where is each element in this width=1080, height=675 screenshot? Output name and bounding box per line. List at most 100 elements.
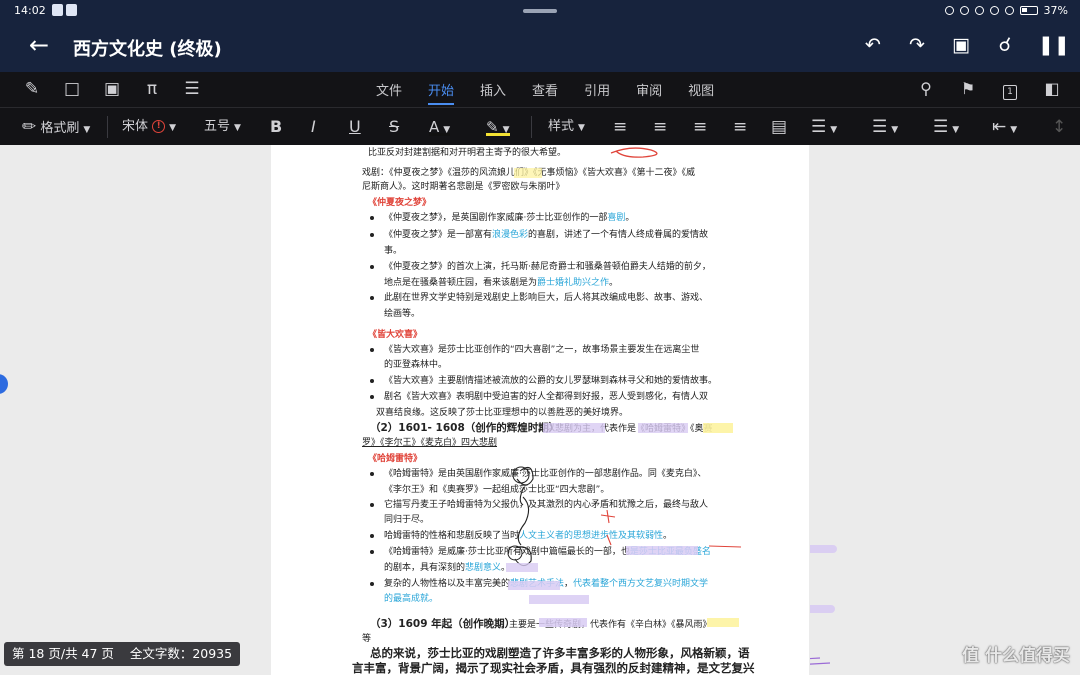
- wifi-icon: [1004, 6, 1014, 15]
- panel-toggle-icon[interactable]: ◧: [1042, 78, 1062, 100]
- ribbon-tabs: 文件 开始 插入 查看 引用 审阅 视图: [376, 80, 714, 105]
- comment-icon[interactable]: □: [62, 78, 82, 100]
- text-line: 《李尔王》和《奥赛罗》一起组成莎士比亚“四大悲剧”。: [384, 485, 610, 495]
- system-indicators: 37%: [944, 4, 1068, 17]
- section-subheading: （2）1601- 1608（创作的辉煌时期）: [370, 422, 560, 434]
- clock: 14:02: [14, 4, 46, 17]
- tab-1[interactable]: 开始: [428, 80, 455, 105]
- text-line: 的最高成就。: [384, 594, 439, 604]
- page-icon[interactable]: 1: [1000, 78, 1020, 100]
- ribbon-bar: ✎ □ ▣ π ☰ 文件 开始 插入 查看 引用 审阅 视图 ⚲ ⚑ 1 ◧: [0, 72, 1080, 107]
- window-handle[interactable]: [523, 9, 557, 13]
- list-item: 此剧在世界文学史特别是戏剧史上影响巨大，后人将其改编成电影、故事、游戏、: [384, 293, 709, 303]
- list-item: 《仲夏夜之梦》，是英国剧作家威廉·莎士比亚创作的一部喜剧。: [384, 213, 635, 223]
- summary-line: 言丰富，背景广阔，揭示了现实社会矛盾，具有强烈的反封建精神，是文艺复兴: [352, 661, 755, 675]
- list-item: 复杂的人物性格以及丰富完美的悲剧艺术手法，代表着整个西方文艺复兴时期文学: [384, 579, 709, 589]
- app-header: ← 西方文化史 (终极) ↶ ↷ ▣ ☌ ❚❚: [0, 22, 1080, 72]
- text-line: 绘画等。: [384, 309, 421, 319]
- highlight-button[interactable]: ✎ ▼: [486, 118, 510, 136]
- tab-2[interactable]: 插入: [480, 80, 506, 99]
- multilevel-list-icon[interactable]: ☰ ▼: [933, 118, 959, 136]
- tab-3[interactable]: 查看: [532, 80, 558, 99]
- battery-level: 37%: [1043, 4, 1068, 17]
- list-item: 《哈姆雷特》是由英国剧作家威廉·莎士比亚创作的一部悲剧作品。同《麦克白》、: [384, 469, 707, 479]
- eye-icon: [944, 6, 954, 15]
- align-right-icon[interactable]: ≡: [693, 118, 707, 136]
- tab-4[interactable]: 引用: [584, 80, 610, 99]
- bookmark-icon[interactable]: ⚑: [958, 78, 978, 100]
- battery-icon: [1019, 6, 1038, 15]
- list-item: 它描写丹麦王子哈姆雷特为父报仇，及其激烈的内心矛盾和犹豫之后，最终与敌人: [384, 500, 709, 510]
- strikethrough-button[interactable]: S: [389, 118, 399, 136]
- formula-icon[interactable]: π: [142, 78, 162, 100]
- text-line: 罗》《李尔王》《麦克白》四大悲剧: [362, 438, 498, 448]
- bullet-list-icon[interactable]: ☰ ▼: [811, 118, 837, 136]
- back-arrow-icon[interactable]: ←: [26, 33, 52, 59]
- system-status-bar: 14:02 37%: [0, 0, 1080, 22]
- bold-button[interactable]: B: [270, 118, 282, 136]
- numbered-list-icon[interactable]: ☰ ▼: [872, 118, 898, 136]
- text-line: 尼斯商人》。这时期著名悲剧是《罗密欧与朱丽叶》: [362, 182, 565, 192]
- save-icon[interactable]: ▣: [950, 34, 972, 56]
- text-line: 地点是在骚桑普顿庄园，看来该剧是为爵士婚礼助兴之作。: [384, 278, 619, 288]
- document-page[interactable]: 比亚反对封建割据和对开明君主寄予的很大希望。 戏剧：《仲夏夜之梦》《温莎的风流娘…: [271, 145, 809, 675]
- tab-6[interactable]: 视图: [688, 80, 714, 99]
- outline-icon[interactable]: ☰: [182, 78, 202, 100]
- moon-icon: [974, 6, 984, 15]
- text-line: 双喜结良缘。这反映了莎士比亚理想中的以善胜恶的美好境界。: [376, 408, 629, 418]
- bluetooth-icon: [959, 6, 969, 15]
- highlighter-icon: ✎: [486, 118, 499, 136]
- styles-select[interactable]: 样式 ▼: [548, 118, 585, 136]
- italic-button[interactable]: I: [311, 118, 316, 136]
- text-line: 比亚反对封建割据和对开明君主寄予的很大希望。: [368, 148, 567, 158]
- font-select[interactable]: 宋体 ! ▼: [122, 118, 176, 136]
- watermark-logo: 值 什么值得买: [962, 646, 1070, 666]
- notification-icons: [52, 4, 77, 16]
- undo-icon[interactable]: ↶: [862, 34, 884, 56]
- indent-icon[interactable]: ⇤ ▼: [992, 118, 1017, 136]
- font-size-select[interactable]: 五号 ▼: [204, 118, 241, 136]
- format-toolbar: ✏ 格式刷 ▼ 宋体 ! ▼ 五号 ▼ B I U S A ▼ ✎ ▼ 样式 ▼ ≡ ≡ ≡…: [0, 107, 1080, 145]
- document-canvas: 比亚反对封建割据和对开明君主寄予的很大希望。 戏剧：《仲夏夜之梦》《温莎的风流娘…: [0, 145, 1080, 675]
- text-line: 的亚登森林中。: [384, 360, 448, 370]
- justify-icon[interactable]: ≡: [733, 118, 747, 136]
- pen-icon[interactable]: ✎: [22, 78, 42, 100]
- side-handle[interactable]: [0, 374, 8, 394]
- page-status: 第 18 页/共 47 页 全文字数：20935: [4, 642, 241, 666]
- section-heading: 《皆大欢喜》: [368, 330, 423, 340]
- format-painter-button[interactable]: ✏ 格式刷 ▼: [22, 118, 90, 136]
- underline-button[interactable]: U: [349, 118, 361, 136]
- search-icon[interactable]: ⚲: [916, 78, 936, 100]
- alarm-icon: [989, 6, 999, 15]
- tab-0[interactable]: 文件: [376, 80, 402, 99]
- share-icon[interactable]: ☌: [994, 34, 1016, 56]
- summary-line: 总的来说，莎士比亚的戏剧塑造了许多丰富多彩的人物形象，风格新颖，语: [370, 646, 750, 660]
- list-item: 《哈姆雷特》是威廉·莎士比亚所有戏剧中篇幅最长的一部，也是莎士比亚最负盛名: [384, 547, 711, 557]
- read-mode-icon[interactable]: ❚❚: [1038, 34, 1070, 56]
- tab-5[interactable]: 审阅: [636, 80, 662, 99]
- font-color-button[interactable]: A ▼: [429, 118, 451, 136]
- align-left-icon[interactable]: ≡: [613, 118, 627, 136]
- list-item: 《皆大欢喜》主要剧情描述被流放的公爵的女儿罗瑟琳到森林寻父和她的爱情故事。: [384, 376, 718, 386]
- scan-icon[interactable]: ▣: [102, 78, 122, 100]
- text-line: 的剧本，具有深刻的悲剧意义。: [384, 563, 511, 573]
- list-item: 《皆大欢喜》是莎士比亚创作的“四大喜剧”之一，故事场景主要发生在远离尘世: [384, 345, 700, 355]
- align-center-icon[interactable]: ≡: [653, 118, 667, 136]
- line-spacing-icon[interactable]: ↕: [1052, 118, 1066, 136]
- text-line: 同归于尽。: [384, 515, 430, 525]
- text-line: 事。: [384, 246, 403, 256]
- list-item: 《仲夏夜之梦》是一部富有浪漫色彩的喜剧，讲述了一个有情人终成眷属的爱情故: [384, 230, 709, 240]
- margin-annotations: [810, 545, 837, 665]
- section-subheading: （3）1609 年起（创作晚期）: [370, 618, 516, 630]
- list-item: 哈姆雷特的性格和悲剧反映了当时人文主义者的思想进步性及其软弱性。: [384, 531, 673, 541]
- list-item: 《仲夏夜之梦》的首次上演，托马斯·赫尼奇爵士和骚桑普顿伯爵夫人结婚的前夕，: [384, 262, 711, 272]
- section-heading: 《仲夏夜之梦》: [368, 198, 432, 208]
- warning-icon: !: [152, 120, 166, 133]
- redo-icon[interactable]: ↷: [906, 34, 928, 56]
- brush-icon: ✏: [22, 117, 37, 137]
- distribute-icon[interactable]: ▤: [771, 118, 787, 136]
- text-line: ：以悲剧为主，代表作是《哈姆雷特》《奥赛: [537, 424, 713, 434]
- text-line: ：主要是一些传奇剧，代表作有《辛白林》《暴风雨》: [500, 620, 712, 630]
- list-item: 剧名《皆大欢喜》表明剧中受迫害的好人全都得到好报，恶人受到感化，有情人双: [384, 392, 709, 402]
- section-heading: 《哈姆雷特》: [368, 454, 423, 464]
